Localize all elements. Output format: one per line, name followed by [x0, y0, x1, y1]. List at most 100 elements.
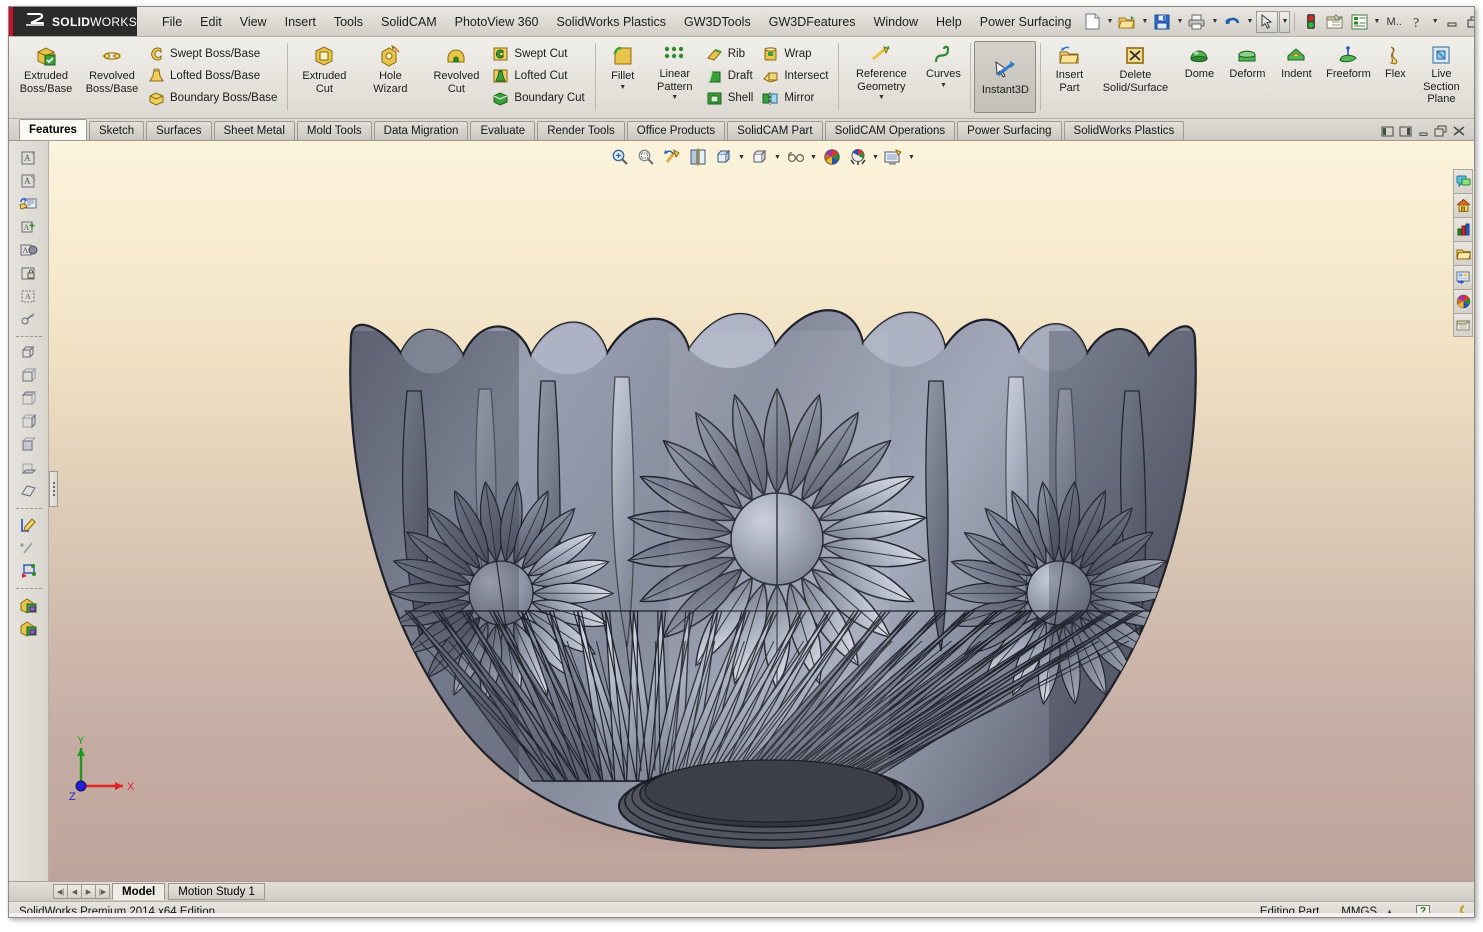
first-tab-button[interactable]: ◀|	[53, 884, 68, 899]
menu-gw3dfeatures[interactable]: GW3DFeatures	[760, 11, 865, 33]
sw-resources-chart-icon[interactable]	[1453, 217, 1473, 241]
tab-evaluate[interactable]: Evaluate	[470, 121, 536, 140]
tab-solidcam-operations[interactable]: SolidCAM Operations	[824, 121, 956, 140]
restore-window-button[interactable]	[1463, 12, 1474, 32]
bottom-tab-motion-study-1[interactable]: Motion Study 1	[168, 883, 265, 900]
fillet-dropdown-caret[interactable]: ▼	[619, 84, 626, 92]
lofted-cut-button[interactable]: Lofted Cut	[489, 65, 590, 87]
new-document-icon[interactable]	[1081, 11, 1103, 33]
previous-tab-button[interactable]: ◀	[67, 884, 82, 899]
dome-button[interactable]: Dome	[1176, 41, 1222, 83]
menu-solidcam[interactable]: SolidCAM	[372, 11, 446, 33]
shell-button[interactable]: Shell	[703, 87, 760, 109]
edit-appearance-icon[interactable]	[820, 146, 844, 168]
view-orientation-icon[interactable]	[712, 146, 736, 168]
revolved-cut-button[interactable]: Revolved Cut	[423, 41, 489, 97]
view-isometric-icon[interactable]	[16, 342, 42, 364]
minimize-window-button[interactable]	[1441, 12, 1463, 32]
print-icon[interactable]	[1186, 11, 1208, 33]
boundary-boss-base-button[interactable]: Boundary Boss/Base	[145, 87, 283, 109]
minimize-document-button[interactable]	[1414, 123, 1432, 139]
menu-view[interactable]: View	[231, 11, 276, 33]
curves-dropdown-caret[interactable]: ▼	[940, 82, 947, 90]
tab-sketch[interactable]: Sketch	[88, 121, 145, 140]
menu-window[interactable]: Window	[865, 11, 927, 33]
tab-solidcam-part[interactable]: SolidCAM Part	[727, 121, 823, 140]
hide-show-items-icon[interactable]	[784, 146, 808, 168]
next-tab-button[interactable]: ▶	[81, 884, 96, 899]
select-arrow-icon[interactable]	[1256, 10, 1279, 33]
appearances-scenes-icon[interactable]	[1453, 289, 1473, 313]
new-document-dropdown-arrow[interactable]: ▼	[1104, 11, 1115, 33]
menu-photoview360[interactable]: PhotoView 360	[446, 11, 548, 33]
view-settings-icon[interactable]	[882, 146, 906, 168]
smart-dimension-icon[interactable]: A	[16, 239, 42, 261]
instant3d-button[interactable]: Instant3D	[974, 41, 1037, 113]
sketch-new-icon[interactable]: A	[16, 147, 42, 169]
options-settings-icon[interactable]	[1324, 11, 1346, 33]
select-dropdown-arrow[interactable]: ▼	[1279, 10, 1291, 33]
view-orientation-dropdown-caret[interactable]: ▼	[737, 146, 747, 168]
rib-button[interactable]: Rib	[703, 43, 760, 65]
menu-insert[interactable]: Insert	[276, 11, 325, 33]
edit-sketch-icon[interactable]	[16, 514, 42, 536]
revolved-boss-base-button[interactable]: Revolved Boss/Base	[79, 41, 145, 97]
feature-tree-flyout-handle[interactable]	[49, 471, 58, 507]
tab-solidworks-plastics[interactable]: SolidWorks Plastics	[1063, 121, 1185, 140]
design-library-folder-icon[interactable]	[1453, 241, 1473, 265]
freeform-button[interactable]: Freeform	[1320, 41, 1376, 83]
previous-view-icon[interactable]	[660, 146, 684, 168]
undo-dropdown-arrow[interactable]: ▼	[1244, 11, 1255, 33]
tab-power-surfacing[interactable]: Power Surfacing	[957, 121, 1062, 140]
lock-sketch-icon[interactable]	[16, 262, 42, 284]
menu-solidworks-plastics[interactable]: SolidWorks Plastics	[548, 11, 676, 33]
custom-properties-icon[interactable]	[1453, 313, 1473, 337]
reference-geometry-dropdown-caret[interactable]: ▼	[878, 94, 885, 102]
view-settings-dropdown-caret[interactable]: ▼	[907, 146, 917, 168]
tab-office-products[interactable]: Office Products	[626, 121, 726, 140]
rebuild-traffic-light-icon[interactable]	[1300, 11, 1322, 33]
restore-document-button[interactable]	[1432, 123, 1450, 139]
tab-sheet-metal[interactable]: Sheet Metal	[213, 121, 295, 140]
sketch-relations-icon[interactable]	[16, 308, 42, 330]
view-back-icon[interactable]	[16, 434, 42, 456]
fillet-button[interactable]: Fillet ▼	[599, 41, 647, 94]
customize-dropdown-arrow[interactable]: ▼	[1371, 11, 1382, 33]
home-icon[interactable]	[1453, 193, 1473, 217]
swept-cut-button[interactable]: Swept Cut	[489, 43, 590, 65]
view-bottom-icon[interactable]	[16, 457, 42, 479]
hide-show-dropdown-caret[interactable]: ▼	[809, 146, 819, 168]
mirror-button[interactable]: Mirror	[759, 87, 834, 109]
extruded-boss-base-button[interactable]: Extruded Boss/Base	[13, 41, 79, 97]
view-front-icon[interactable]	[16, 365, 42, 387]
tab-render-tools[interactable]: Render Tools	[537, 121, 625, 140]
dimension-add-icon[interactable]: A	[16, 216, 42, 238]
flex-button[interactable]: Flex	[1376, 41, 1414, 83]
curves-button[interactable]: Curves ▼	[920, 41, 966, 92]
sketch-on-plane-icon[interactable]	[16, 193, 42, 215]
menu-edit[interactable]: Edit	[191, 11, 231, 33]
tab-surfaces[interactable]: Surfaces	[146, 121, 212, 140]
crystal-bowl-model[interactable]: X Y Z	[49, 141, 1454, 853]
deform-button[interactable]: Deform	[1222, 41, 1272, 83]
menu-help[interactable]: Help	[927, 11, 971, 33]
add-relation-icon[interactable]	[16, 537, 42, 559]
sketch-pattern-icon[interactable]: A	[16, 285, 42, 307]
bottom-tab-model[interactable]: Model	[112, 883, 166, 900]
apply-scene-dropdown-caret[interactable]: ▼	[871, 146, 881, 168]
delete-solid-surface-button[interactable]: Delete Solid/Surface	[1094, 41, 1176, 96]
zoom-to-fit-icon[interactable]	[608, 146, 632, 168]
hole-wizard-button[interactable]: Hole Wizard	[357, 41, 423, 97]
move-entities-icon[interactable]	[16, 560, 42, 582]
file-explorer-icon[interactable]	[1453, 265, 1473, 289]
menu-gw3dtools[interactable]: GW3DTools	[675, 11, 760, 33]
zoom-to-area-icon[interactable]	[634, 146, 658, 168]
open-dropdown-arrow[interactable]: ▼	[1139, 11, 1150, 33]
swept-boss-base-button[interactable]: Swept Boss/Base	[145, 43, 283, 65]
view-top-icon[interactable]	[16, 388, 42, 410]
menu-collapse-label[interactable]: M..	[1382, 16, 1405, 28]
view-right-icon[interactable]	[16, 411, 42, 433]
wrap-button[interactable]: Wrap	[759, 43, 834, 65]
reference-geometry-button[interactable]: Reference Geometry ▼	[842, 41, 920, 104]
indent-button[interactable]: Indent	[1272, 41, 1320, 83]
